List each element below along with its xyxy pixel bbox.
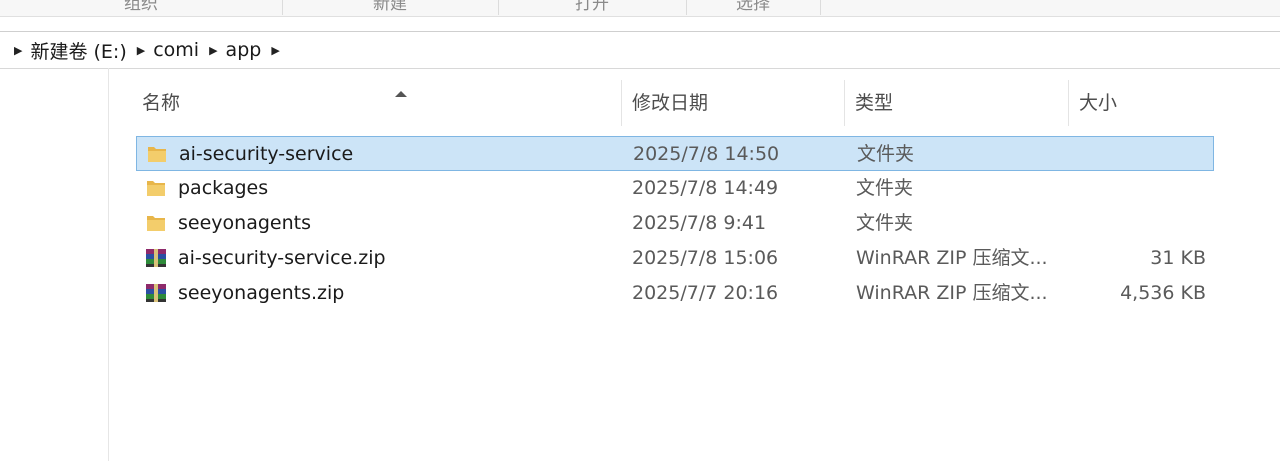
file-name: seeyonagents — [178, 212, 311, 234]
ribbon-group-organize[interactable]: 组织 — [0, 0, 283, 15]
file-rows: ai-security-service 2025/7/8 14:50 文件夹 pack… — [136, 136, 1214, 311]
address-bar[interactable]: ▶ 新建卷 (E:) ▶ comi ▶ app ▶ — [0, 31, 1280, 69]
breadcrumb-item-drive[interactable]: 新建卷 (E:) — [30, 37, 126, 64]
file-modified-date: 2025/7/8 14:49 — [632, 177, 779, 199]
file-row[interactable]: ai-security-service 2025/7/8 14:50 文件夹 — [136, 136, 1214, 171]
file-modified-date: 2025/7/8 14:50 — [633, 143, 780, 165]
winrar-archive-icon — [144, 247, 168, 269]
file-type: 文件夹 — [856, 177, 914, 199]
breadcrumb-item-comi[interactable]: comi — [153, 39, 199, 61]
breadcrumb-item-app[interactable]: app — [226, 39, 262, 61]
folder-icon — [144, 212, 168, 234]
file-list-view[interactable]: 名称 修改日期 类型 大小 ai-security-service 2025/7/… — [108, 68, 1280, 461]
breadcrumb: ▶ 新建卷 (E:) ▶ comi ▶ app ▶ — [14, 32, 288, 68]
file-name: packages — [178, 177, 269, 199]
ribbon-group-new[interactable]: 新建 — [282, 0, 499, 15]
column-header-type[interactable]: 类型 — [845, 80, 1069, 126]
file-name: ai-security-service — [179, 143, 354, 165]
column-headers: 名称 修改日期 类型 大小 — [109, 80, 1221, 126]
file-row[interactable]: packages 2025/7/8 14:49 文件夹 — [136, 171, 1214, 206]
file-modified-date: 2025/7/8 9:41 — [632, 212, 767, 234]
column-header-label: 名称 — [142, 92, 181, 114]
folder-icon — [144, 177, 168, 199]
file-name: ai-security-service.zip — [178, 247, 386, 269]
ribbon-group-select[interactable]: 选择 — [686, 0, 821, 15]
file-type: WinRAR ZIP 压缩文... — [856, 282, 1048, 304]
file-modified-date: 2025/7/7 20:16 — [632, 282, 779, 304]
file-row[interactable]: seeyonagents 2025/7/8 9:41 文件夹 — [136, 206, 1214, 241]
column-header-name[interactable]: 名称 — [133, 80, 622, 126]
column-header-date[interactable]: 修改日期 — [622, 80, 845, 126]
folder-icon — [145, 143, 169, 165]
file-modified-date: 2025/7/8 15:06 — [632, 247, 779, 269]
file-row[interactable]: seeyonagents.zip 2025/7/7 20:16 WinRAR ZIP… — [136, 276, 1214, 311]
file-type: 文件夹 — [857, 143, 915, 165]
breadcrumb-arrow-icon[interactable]: ▶ — [209, 44, 217, 57]
ribbon-group-open[interactable]: 打开 — [498, 0, 687, 15]
breadcrumb-arrow-icon[interactable]: ▶ — [14, 44, 22, 57]
breadcrumb-arrow-icon[interactable]: ▶ — [137, 44, 145, 57]
column-header-size[interactable]: 大小 — [1069, 80, 1221, 126]
file-type: 文件夹 — [856, 212, 914, 234]
file-name: seeyonagents.zip — [178, 282, 345, 304]
file-size: 4,536 KB — [1120, 282, 1206, 304]
file-row[interactable]: ai-security-service.zip 2025/7/8 15:06 Win… — [136, 241, 1214, 276]
file-size: 31 KB — [1150, 247, 1206, 269]
sort-ascending-icon — [395, 91, 407, 97]
winrar-archive-icon — [144, 282, 168, 304]
breadcrumb-arrow-icon[interactable]: ▶ — [271, 44, 279, 57]
ribbon-groups: 组织 新建 打开 选择 — [0, 0, 1280, 17]
file-type: WinRAR ZIP 压缩文... — [856, 247, 1048, 269]
